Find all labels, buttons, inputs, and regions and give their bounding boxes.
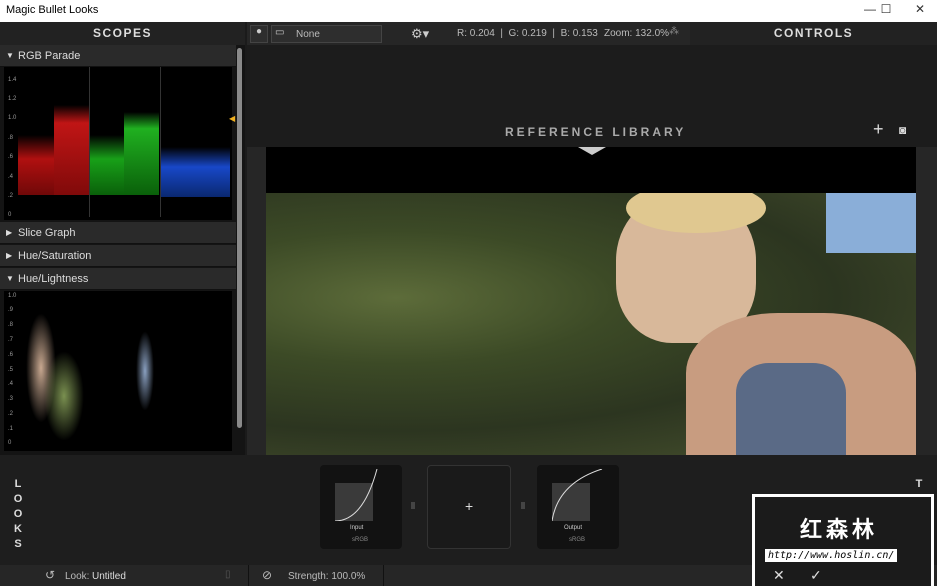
bypass-icon[interactable]: ⊘ bbox=[262, 568, 272, 582]
monitor-icon: ▭ bbox=[275, 27, 285, 38]
section-hue-saturation[interactable]: ▶ Hue/Saturation bbox=[0, 245, 236, 267]
section-label: Slice Graph bbox=[18, 227, 76, 239]
section-hue-lightness[interactable]: ▼ Hue/Lightness bbox=[0, 268, 236, 290]
input-space: sRGB bbox=[352, 537, 369, 543]
maximize-button[interactable]: ☐ bbox=[871, 2, 901, 20]
caret-right-icon: ▶ bbox=[6, 228, 13, 237]
close-button[interactable]: ✕ bbox=[905, 2, 935, 20]
ok-button[interactable]: ✓ bbox=[810, 567, 822, 584]
viewer: REFERENCE LIBRARY + ◙ bbox=[247, 45, 937, 455]
reference-library: REFERENCE LIBRARY + ◙ bbox=[247, 45, 937, 147]
input-card[interactable]: Input sRGB bbox=[320, 465, 402, 549]
rgb-readout: R: 0.204 | G: 0.219 | B: 0.153 bbox=[457, 28, 598, 39]
clip-marker-icon[interactable]: ◀ bbox=[229, 114, 235, 123]
section-label: Hue/Saturation bbox=[18, 250, 92, 262]
hl-axis: 1.0.9.8.7.6.5.4.3.2.1 0 bbox=[8, 293, 17, 446]
section-slice-graph[interactable]: ▶ Slice Graph bbox=[0, 222, 236, 244]
watermark-url: http://www.hoslin.cn/ bbox=[765, 549, 898, 562]
add-reference-icon[interactable]: + bbox=[873, 119, 884, 140]
preview-image bbox=[266, 193, 916, 455]
scopes-panel: ▼ RGB Parade ◀ ▶ Slice Graph ▶ Hue/Saturati… bbox=[0, 45, 245, 455]
output-curve-icon bbox=[552, 469, 603, 521]
camera-icon[interactable]: ◙ bbox=[899, 123, 906, 137]
add-tool-button[interactable]: + bbox=[427, 465, 511, 549]
input-curve-icon bbox=[335, 469, 378, 521]
caret-down-icon: ▼ bbox=[6, 274, 14, 283]
user-icon[interactable]: ● bbox=[250, 25, 268, 43]
caret-right-icon: ▶ bbox=[6, 251, 13, 260]
section-rgb-parade[interactable]: ▼ RGB Parade bbox=[0, 45, 236, 67]
cancel-button[interactable]: ✕ bbox=[773, 567, 785, 584]
gear-icon[interactable]: ⚙▾ bbox=[411, 26, 429, 42]
collapse-arrow-icon[interactable] bbox=[578, 147, 606, 155]
red-peak bbox=[54, 105, 89, 195]
preset-select[interactable]: ▭ None bbox=[271, 25, 382, 43]
parade-axis: 1.4 1.2 1.0.8.6.4.2 0 bbox=[8, 77, 17, 218]
strength-readout[interactable]: Strength: 100.0% bbox=[288, 571, 365, 582]
scopes-scrollbar[interactable] bbox=[237, 48, 242, 428]
output-space: sRGB bbox=[569, 537, 586, 543]
hue-lightness-scope bbox=[4, 291, 232, 451]
input-label: Input bbox=[350, 525, 364, 531]
green-peak bbox=[124, 112, 159, 195]
section-label: Hue/Lightness bbox=[18, 273, 89, 285]
toolbar: ● ▭ None ⚙▾ R: 0.204 | G: 0.219 | B: 0.1… bbox=[247, 22, 690, 45]
plus-icon: + bbox=[465, 498, 474, 514]
caret-down-icon: ▼ bbox=[6, 51, 14, 60]
zoom-readout: Zoom: 132.0% bbox=[604, 28, 670, 39]
reset-icon[interactable]: ↺ bbox=[45, 568, 55, 582]
look-name[interactable]: Untitled bbox=[92, 571, 126, 582]
window-title: Magic Bullet Looks bbox=[6, 4, 99, 16]
title-bar: Magic Bullet Looks — ☐ ✕ bbox=[0, 0, 937, 22]
preset-value: None bbox=[296, 29, 320, 40]
scopes-header: SCOPES bbox=[0, 22, 245, 45]
section-label: RGB Parade bbox=[18, 50, 81, 62]
zoom-dots-icon[interactable]: ⁂ bbox=[669, 26, 679, 37]
watermark: 红森林 http://www.hoslin.cn/ ✕ ✓ bbox=[752, 494, 934, 586]
output-label: Output bbox=[564, 525, 583, 531]
watermark-text: 红森林 bbox=[800, 517, 879, 542]
blue-waveform bbox=[160, 147, 230, 197]
output-card[interactable]: Output sRGB bbox=[537, 465, 619, 549]
looks-tab[interactable]: LOOKS bbox=[12, 477, 24, 552]
look-label: Look: bbox=[65, 571, 90, 582]
rgb-parade-scope: ◀ bbox=[4, 67, 235, 220]
reference-library-title[interactable]: REFERENCE LIBRARY bbox=[505, 125, 686, 139]
save-look-icon[interactable]: ▯ bbox=[225, 569, 231, 580]
controls-header[interactable]: CONTROLS bbox=[690, 22, 937, 45]
